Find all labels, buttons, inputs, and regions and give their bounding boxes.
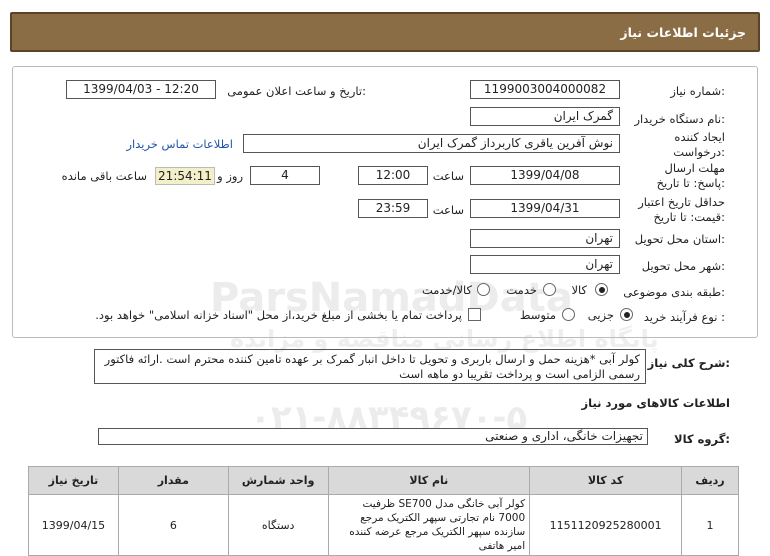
- validity-time-label: ساعت: [432, 203, 464, 217]
- creator-field: نوش آفرین یاقری کاربرداز گمرک ایران: [243, 134, 620, 153]
- city-label: شهر محل تحویل:: [641, 259, 725, 273]
- process-label: نوع فرآیند خرید :: [643, 310, 725, 324]
- goods-group-label: گروه کالا:: [674, 432, 730, 446]
- category-both-radio[interactable]: [477, 283, 490, 296]
- deadline-date-field: 1399/04/08: [470, 166, 620, 185]
- process-medium-label: متوسط: [519, 308, 556, 322]
- creator-label: ایجاد کننده درخواست:: [673, 130, 725, 159]
- validity-date-field: 1399/04/31: [470, 199, 620, 218]
- deadline-label: مهلت ارسال پاسخ: تا تاریخ:: [656, 161, 725, 190]
- buyer-field: گمرک ایران: [470, 107, 620, 126]
- col-header-need-date: تاریخ نیاز: [28, 466, 119, 495]
- category-service-label: خدمت: [506, 283, 537, 297]
- days-label: روز و: [217, 169, 243, 183]
- validity-time-field: 23:59: [358, 199, 428, 218]
- col-header-unit: واحد شمارش: [227, 466, 329, 495]
- cell-quantity: 6: [117, 494, 229, 556]
- category-label: طبقه بندی موضوعی:: [623, 285, 725, 299]
- page-title: جزئیات اطلاعات نیاز: [620, 25, 746, 40]
- description-box: کولر آبی *هزینه حمل و ارسال باربری و تحو…: [94, 349, 646, 384]
- process-medium-radio[interactable]: [562, 308, 575, 321]
- category-goods-radio[interactable]: [595, 283, 608, 296]
- contact-buyer-link[interactable]: اطلاعات تماس خریدار: [126, 137, 233, 151]
- category-both-label: کالا/خدمت: [421, 283, 472, 297]
- goods-table: تاریخ نیاز مقدار واحد شمارش نام کالا کد …: [28, 466, 739, 556]
- announce-field: 1399/04/03 - 12:20: [66, 80, 216, 99]
- goods-section-title: اطلاعات کالاهای مورد نیاز: [581, 396, 730, 410]
- category-service-radio[interactable]: [543, 283, 556, 296]
- col-header-quantity: مقدار: [117, 466, 229, 495]
- cell-item-name: کولر آبی خانگی مدل SE700 ظرفیت 7000 نام …: [327, 494, 531, 556]
- goods-group-field: تجهیزات خانگی، اداری و صنعتی: [98, 428, 648, 445]
- deadline-time-label: ساعت: [432, 169, 464, 183]
- description-label: شرح کلی نیاز:: [647, 356, 730, 370]
- process-small-label: جزیی: [587, 308, 614, 322]
- page-header: جزئیات اطلاعات نیاز: [10, 12, 760, 52]
- cell-unit: دستگاه: [227, 494, 329, 556]
- col-header-row: ردیف: [681, 466, 739, 495]
- cell-row-number: 1: [681, 494, 739, 556]
- city-field: تهران: [470, 255, 620, 274]
- col-header-item-code: کد کالا: [529, 466, 683, 495]
- validity-label: حداقل تاریخ اعتبار قیمت: تا تاریخ:: [638, 195, 725, 224]
- remaining-label: ساعت باقی مانده: [61, 169, 147, 183]
- need-number-field: 1199003004000082: [470, 80, 620, 99]
- category-goods-label: کالا: [571, 283, 587, 297]
- process-small-radio[interactable]: [620, 308, 633, 321]
- buyer-label: نام دستگاه خریدار:: [634, 112, 725, 126]
- remaining-time-field: 21:54:11: [155, 167, 215, 185]
- announce-label: تاریخ و ساعت اعلان عمومی:: [227, 84, 366, 98]
- province-field: تهران: [470, 229, 620, 248]
- table-header-row: تاریخ نیاز مقدار واحد شمارش نام کالا کد …: [28, 466, 739, 495]
- table-row: 1399/04/15 6 دستگاه کولر آبی خانگی مدل S…: [28, 494, 739, 556]
- need-number-label: شماره نیاز:: [670, 84, 725, 98]
- cell-need-date: 1399/04/15: [28, 494, 119, 556]
- deadline-time-field: 12:00: [358, 166, 428, 185]
- col-header-item-name: نام کالا: [327, 466, 531, 495]
- treasury-payment-checkbox[interactable]: [468, 308, 481, 321]
- province-label: استان محل تحویل:: [634, 232, 725, 246]
- cell-item-code: 1151120925280001: [529, 494, 683, 556]
- days-field: 4: [250, 166, 320, 185]
- payment-note: پرداخت تمام یا بخشی از مبلغ خرید،از محل …: [95, 308, 462, 322]
